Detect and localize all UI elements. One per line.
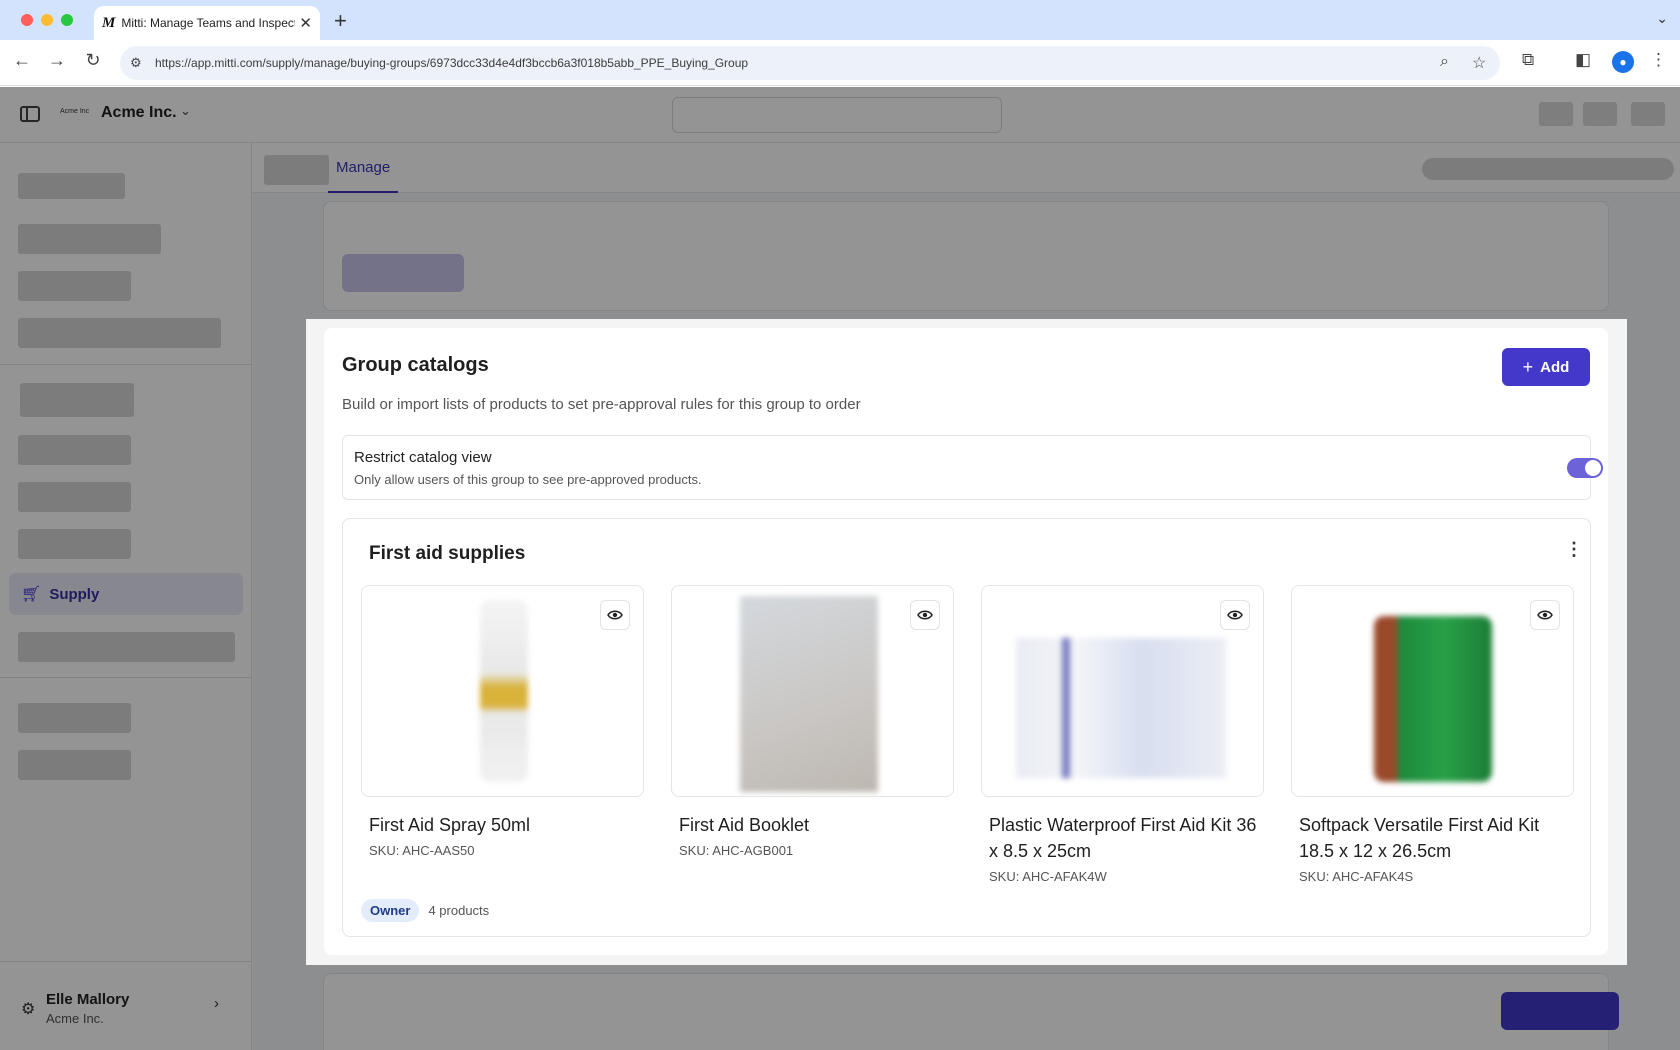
reload-icon[interactable]: ↻ [81, 50, 105, 71]
product-name: First Aid Booklet [679, 815, 810, 835]
plus-icon: + [1522, 356, 1534, 377]
catalog-footer: Owner 4 products [361, 899, 489, 922]
booklet-image [740, 596, 878, 792]
product-card[interactable]: First Aid Spray 50ml SKU: AHC-AAS50 [361, 585, 645, 858]
url-text: https://app.mitti.com/supply/manage/buyi… [155, 56, 749, 70]
site-settings-icon[interactable]: ⚙ [130, 55, 142, 71]
group-catalogs-modal: Group catalogs Build or import lists of … [306, 319, 1627, 965]
first-aid-kit-image [1016, 638, 1226, 778]
product-sku: SKU: AHC-AAS50 [369, 843, 475, 858]
product-image [361, 585, 644, 797]
window-zoom-button[interactable] [61, 14, 73, 26]
extensions-icon[interactable]: ⧉ [1522, 50, 1534, 70]
product-name: Plastic Waterproof First Aid Kit 36 x 8.… [989, 815, 1257, 861]
zoom-icon[interactable]: ⌕ [1440, 53, 1449, 71]
toggle-knob [1585, 460, 1601, 476]
catalog-card: First aid supplies ⋮ First Aid Spray 50m… [342, 518, 1591, 937]
browser-tab-active[interactable]: M Mitti: Manage Teams and Inspection ✕ [94, 6, 320, 40]
product-card[interactable]: Plastic Waterproof First Aid Kit 36 x 8.… [981, 585, 1265, 884]
product-image [1291, 585, 1574, 797]
tab-search-chevron-icon[interactable]: ⌄ [1656, 10, 1668, 27]
more-vertical-icon[interactable]: ⋮ [1565, 539, 1583, 560]
add-catalog-button[interactable]: + Add [1502, 348, 1590, 386]
owner-badge: Owner [361, 899, 420, 922]
modal-title: Group catalogs [342, 354, 489, 376]
window-close-button[interactable] [21, 14, 33, 26]
bookmark-star-icon[interactable]: ☆ [1472, 53, 1486, 73]
forward-arrow-icon[interactable]: → [45, 50, 69, 71]
new-tab-button[interactable]: + [334, 8, 347, 34]
product-sku: SKU: AHC-AGB001 [679, 843, 794, 858]
address-bar[interactable]: ⚙ https://app.mitti.com/supply/manage/bu… [120, 46, 1500, 80]
product-card[interactable]: Softpack Versatile First Aid Kit 18.5 x … [1291, 585, 1575, 884]
profile-avatar-icon[interactable]: ● [1612, 51, 1634, 73]
eye-icon[interactable] [910, 600, 940, 630]
side-panel-icon[interactable]: ◧ [1575, 50, 1591, 70]
product-sku: SKU: AHC-AFAK4W [989, 869, 1107, 884]
browser-toolbar: ← → ↻ ⚙ https://app.mitti.com/supply/man… [0, 40, 1680, 86]
browser-tab-strip: M Mitti: Manage Teams and Inspection ✕ +… [0, 0, 1680, 40]
softpack-kit-image [1374, 616, 1492, 782]
browser-menu-icon[interactable]: ⋮ [1650, 50, 1667, 70]
tab-title: Mitti: Manage Teams and Inspection [121, 16, 296, 30]
mitti-favicon-icon: M [102, 14, 116, 31]
restrict-title: Restrict catalog view [354, 449, 492, 466]
back-arrow-icon[interactable]: ← [10, 50, 34, 71]
restrict-catalog-toggle[interactable] [1567, 458, 1603, 478]
product-count: 4 products [428, 903, 490, 918]
modal-subtitle: Build or import lists of products to set… [342, 396, 861, 413]
restrict-description: Only allow users of this group to see pr… [354, 472, 702, 487]
eye-icon[interactable] [600, 600, 630, 630]
product-image [671, 585, 954, 797]
restrict-catalog-setting: Restrict catalog view Only allow users o… [342, 435, 1603, 500]
product-name: First Aid Spray 50ml [369, 815, 531, 835]
spray-bottle-image [480, 600, 528, 782]
product-image [981, 585, 1264, 797]
product-name: Softpack Versatile First Aid Kit 18.5 x … [1299, 815, 1540, 861]
catalog-title: First aid supplies [369, 543, 526, 564]
add-button-label: Add [1540, 358, 1570, 376]
window-minimize-button[interactable] [41, 14, 53, 26]
group-catalogs-panel: Group catalogs Build or import lists of … [324, 328, 1608, 955]
tab-close-icon[interactable]: ✕ [299, 14, 312, 32]
product-card[interactable]: First Aid Booklet SKU: AHC-AGB001 [671, 585, 955, 858]
first-aid-kit-strap-image [1062, 638, 1070, 778]
eye-icon[interactable] [1530, 600, 1560, 630]
eye-icon[interactable] [1220, 600, 1250, 630]
product-sku: SKU: AHC-AFAK4S [1299, 869, 1414, 884]
